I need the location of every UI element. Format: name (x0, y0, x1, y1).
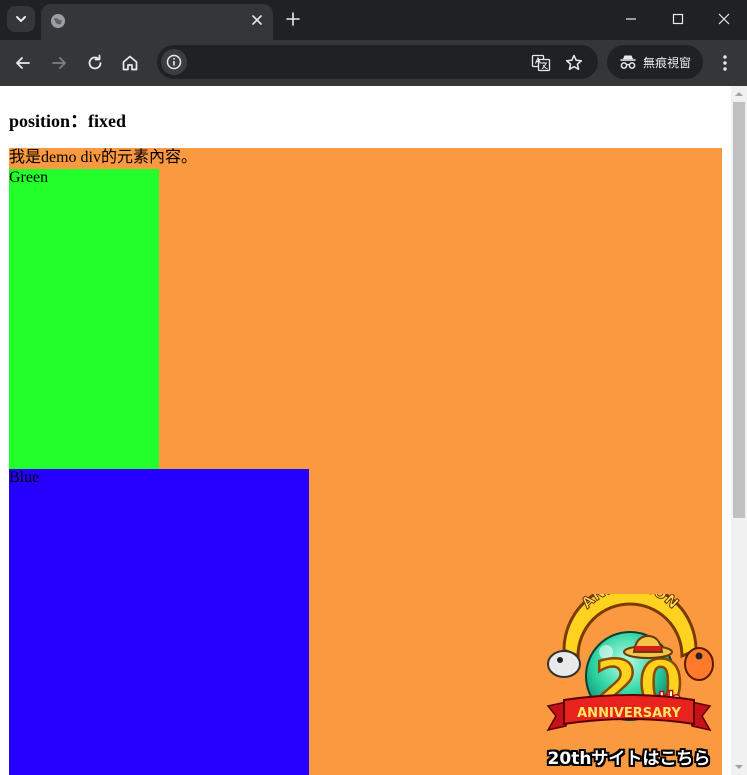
scroll-up-arrow-icon[interactable] (735, 90, 743, 98)
page-scrollbar[interactable] (731, 86, 747, 775)
browser-tab[interactable] (41, 4, 273, 40)
reload-icon[interactable] (84, 52, 106, 74)
green-box: Green (9, 169, 159, 469)
page-title: position：fixed (9, 111, 127, 131)
page-viewport: position：fixed 我是demo div的元素內容。 Green Bl… (0, 86, 731, 775)
blue-box: Blue (9, 469, 309, 775)
scroll-down-arrow-icon[interactable] (735, 763, 743, 771)
address-bar[interactable] (157, 45, 598, 79)
tab-search-button[interactable] (7, 6, 35, 32)
badge-ribbon-text: ANNIVERSARY (577, 706, 681, 721)
info-icon (166, 54, 182, 70)
badge-caption[interactable]: 20thサイトはこちら (536, 744, 722, 769)
url-text[interactable] (195, 54, 515, 70)
incognito-label: 無痕視窗 (643, 56, 692, 70)
star-icon[interactable] (564, 53, 584, 73)
incognito-button[interactable]: 無痕視窗 (607, 45, 703, 79)
anniversary-logo-icon: ANIMATION 20 th ANNIVERSARY (546, 575, 714, 732)
home-icon[interactable] (119, 52, 141, 74)
close-window-icon[interactable] (710, 9, 738, 29)
maximize-icon[interactable] (664, 9, 692, 29)
translate-icon[interactable] (531, 53, 551, 73)
blue-box-label: Blue (9, 469, 40, 486)
green-box-label: Green (9, 169, 49, 186)
minimize-icon[interactable] (617, 9, 645, 29)
new-tab-icon[interactable] (283, 9, 303, 29)
tab-strip (0, 0, 747, 40)
demo-text: 我是demo div的元素內容。 (9, 149, 197, 166)
more-vert-icon[interactable] (716, 52, 734, 74)
globe-icon (51, 14, 65, 28)
browser-toolbar: 無痕視窗 (0, 40, 747, 86)
site-info-button[interactable] (161, 49, 187, 75)
tab-close-icon[interactable] (249, 12, 265, 28)
forward-arrow-icon[interactable] (48, 52, 70, 74)
anniversary-badge-link[interactable]: ANIMATION 20 th ANNIVERSARY 20thサイトはこちら (536, 575, 722, 772)
scroll-thumb[interactable] (733, 102, 745, 518)
back-arrow-icon[interactable] (12, 52, 34, 74)
incognito-icon (620, 55, 636, 69)
chevron-down-icon (16, 16, 26, 22)
